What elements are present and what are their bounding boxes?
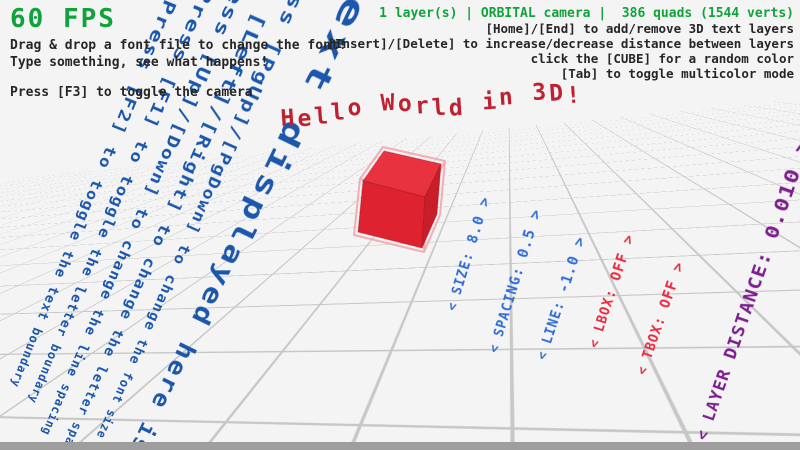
hud-top-right: 1 layer(s) | ORBITAL camera | 386 quads … <box>327 6 794 81</box>
font-3d-demo-window: Press [F2] to toggle the text boundary P… <box>0 0 800 450</box>
hint-multicolor-mode: [Tab] to toggle multicolor mode <box>327 66 794 81</box>
fps-counter: 60 FPS <box>10 6 347 32</box>
hint-drag-drop-font: Drag & drop a font file to change the fo… <box>10 37 347 54</box>
hint-add-remove-layers: [Home]/[End] to add/remove 3D text layer… <box>327 21 794 36</box>
hud-top-left: 60 FPS Drag & drop a font file to change… <box>10 6 347 101</box>
hint-layer-distance-keys: [Insert]/[Delete] to increase/decrease d… <box>327 36 794 51</box>
render-status-line: 1 layer(s) | ORBITAL camera | 386 quads … <box>327 6 794 21</box>
hint-toggle-camera: Press [F3] to toggle the camera <box>10 84 347 101</box>
bottom-edge-strip <box>0 442 800 450</box>
hint-type-something: Type something, see what happens! <box>10 54 347 71</box>
hint-click-cube: click the [CUBE] for a random color <box>327 51 794 66</box>
